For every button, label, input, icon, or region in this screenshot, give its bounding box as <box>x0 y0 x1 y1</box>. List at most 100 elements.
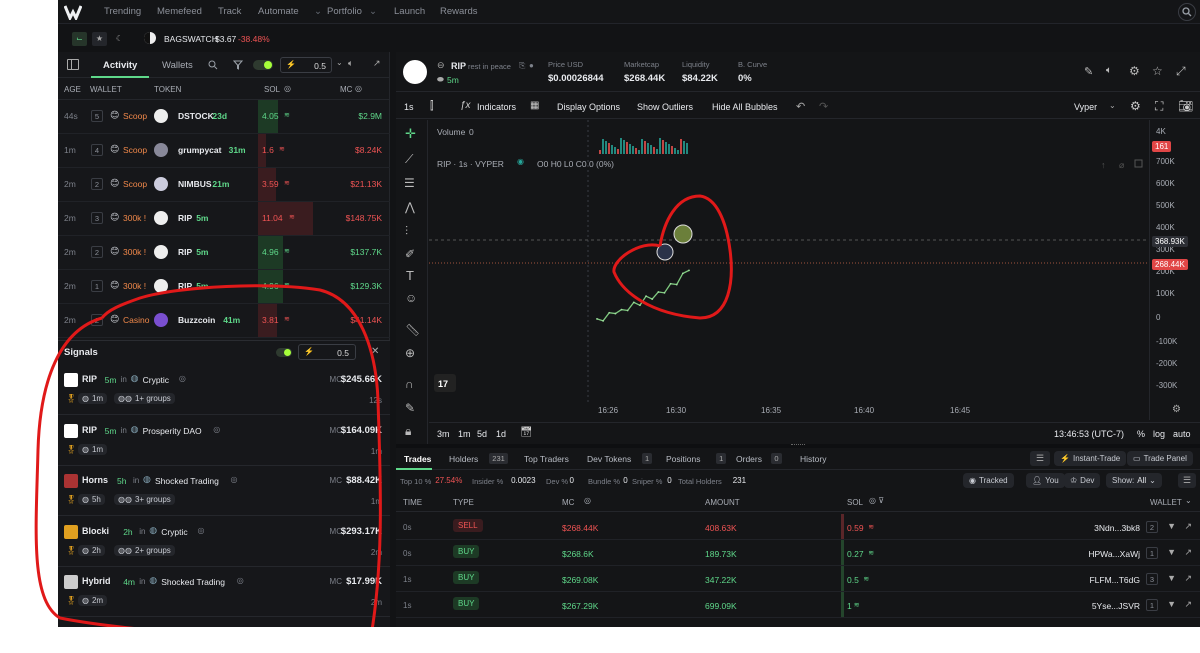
external-link-icon[interactable]: ↗ <box>1184 599 1192 610</box>
activity-row[interactable]: 2m 3 😊︎ 300k ! RIP 5m 11.04 ≋ $148.75K <box>58 202 390 236</box>
external-link-icon[interactable]: ↗ <box>1184 547 1192 558</box>
undo-icon[interactable]: ↶ <box>796 100 805 113</box>
range-button[interactable]: 1m <box>458 429 471 439</box>
display-options-button[interactable]: Display Options <box>557 102 620 112</box>
hide-icon[interactable]: ⌀ <box>1119 160 1125 170</box>
toggle-switch[interactable] <box>253 60 273 70</box>
hide-bubbles-button[interactable]: Hide All Bubbles <box>712 102 778 112</box>
external-link-icon[interactable]: ↗ <box>373 58 381 69</box>
trader-bubble[interactable] <box>656 243 674 261</box>
trades-tab[interactable]: Trades <box>404 454 431 464</box>
clock-readout[interactable]: 13:46:53 (UTC-7) <box>1054 429 1124 439</box>
search-icon[interactable] <box>208 60 218 70</box>
token-name[interactable]: NIMBUS <box>178 179 212 189</box>
token-name[interactable]: grumpycat <box>178 145 221 155</box>
show-filter[interactable]: Show: All ⌄ <box>1106 473 1162 488</box>
trades-tab[interactable]: Dev Tokens <box>587 454 631 464</box>
trader-bubble[interactable] <box>673 224 693 244</box>
groups-chip[interactable]: ◍◍ 1+ groups <box>114 393 175 404</box>
trade-row[interactable]: 0s SELL $268.44K 408.63K 0.59 ≋ 3Ndn...3bk8 2 ▼ ↗ <box>396 514 1200 540</box>
amount-input[interactable]: ⚡ 0.5 <box>280 57 332 73</box>
trendline-icon[interactable]: ⟋ <box>405 152 413 167</box>
trades-tab[interactable]: History <box>800 454 826 464</box>
log-toggle[interactable]: log <box>1153 429 1165 439</box>
filter-icon[interactable]: ▼ <box>1167 599 1176 609</box>
signal-group[interactable]: Shocked Trading <box>161 577 225 587</box>
signal-row[interactable]: RIP 5m in ◍ Prosperity DAO ◎ MC $164.09K 🎖︎ ◍ 1m 1m <box>58 416 390 466</box>
token-name[interactable]: RIP <box>178 281 192 291</box>
emoji-icon[interactable]: ☺ <box>405 291 417 305</box>
ticker-name[interactable]: BAGSWATCH <box>164 34 218 44</box>
signal-token[interactable]: RIP <box>82 374 97 384</box>
expand-icon[interactable]: ⤢ <box>1176 64 1186 79</box>
you-filter[interactable]: 👤︎ You <box>1026 473 1065 488</box>
filter-icon[interactable] <box>233 60 243 70</box>
token-name[interactable]: Buzzcoin <box>178 315 215 325</box>
candles-icon[interactable]: ⫿ <box>430 100 434 113</box>
close-icon[interactable]: ✕ <box>371 346 379 357</box>
trade-wallet[interactable]: 5Yse...JSVR <box>1092 601 1140 611</box>
nav-launch[interactable]: Launch <box>394 6 425 17</box>
token-name[interactable]: DSTOCK <box>178 111 214 121</box>
calendar-icon[interactable]: 📅︎ <box>520 427 533 438</box>
volume-icon[interactable]: 🔈︎ <box>1106 65 1112 76</box>
nav-automate[interactable]: Automate <box>258 6 299 17</box>
wallet-label[interactable]: Scoop <box>123 179 147 189</box>
nav-trending[interactable]: Trending <box>104 6 141 17</box>
list-icon[interactable]: ☰ <box>1030 451 1050 466</box>
filter-icon[interactable]: ▼ <box>1167 547 1176 557</box>
signal-group[interactable]: Cryptic <box>161 527 187 537</box>
trade-wallet[interactable]: FLFM...T6dG <box>1089 575 1140 585</box>
wallet-label[interactable]: 300k ! <box>123 281 146 291</box>
signal-row[interactable]: Blocki 2h in ◍ Cryptic ◎ MC $293.17K 🎖︎ ◍ 2h ◍◍ 2+ g… <box>58 517 390 567</box>
trade-wallet[interactable]: HPWa...XaWj <box>1088 549 1140 559</box>
trades-tab[interactable]: Top Traders <box>524 454 569 464</box>
dev-filter[interactable]: ♔ Dev <box>1064 473 1101 488</box>
axis-settings-icon[interactable]: ⚙ <box>1172 404 1181 415</box>
wallet-label[interactable]: Scoop <box>123 111 147 121</box>
wallet-label[interactable]: Scoop <box>123 145 147 155</box>
fullscreen-icon[interactable]: ⛶ <box>1155 99 1163 114</box>
activity-row[interactable]: 1m 4 😊︎ Scoop grumpycat 31m 1.6 ≋ $8.24K <box>58 134 390 168</box>
activity-row[interactable]: 2m 2 😊︎ Scoop NIMBUS 21m 3.59 ≋ $21.13K <box>58 168 390 202</box>
text-icon[interactable]: T <box>406 268 414 283</box>
indicators-button[interactable]: Indicators <box>477 102 516 112</box>
signal-row[interactable]: Horns 5h in ◍ Shocked Trading ◎ MC $88.42K 🎖︎ ◍ 5h… <box>58 466 390 516</box>
signal-token[interactable]: Blocki <box>82 526 109 536</box>
signal-token[interactable]: Horns <box>82 475 108 485</box>
trades-tab[interactable]: Orders <box>736 454 762 464</box>
measure-icon[interactable]: 📏︎ <box>405 323 420 337</box>
filter-icon[interactable]: ▼ <box>1167 521 1176 531</box>
nav-rewards[interactable]: Rewards <box>440 6 478 17</box>
search-icon[interactable] <box>1178 3 1196 21</box>
auto-toggle[interactable]: auto <box>1173 429 1191 439</box>
signal-group[interactable]: Cryptic <box>143 375 169 385</box>
copy-icon[interactable]: ⎘ <box>519 61 525 71</box>
range-button[interactable]: 3m <box>437 429 450 439</box>
maximize-icon[interactable] <box>1134 159 1143 168</box>
tab-wallets[interactable]: Wallets <box>162 60 193 71</box>
trades-tab[interactable]: Positions <box>666 454 701 464</box>
nav-memefeed[interactable]: Memefeed <box>157 6 202 17</box>
magnet-icon[interactable]: ∩ <box>405 377 414 391</box>
trades-tab[interactable]: Holders <box>449 454 478 464</box>
signals-amount-input[interactable]: ⚡ 0.5 <box>298 344 356 360</box>
lock-draw-icon[interactable]: ✎ <box>405 401 415 415</box>
fx-icon[interactable]: ƒx <box>460 100 471 111</box>
wallet-label[interactable]: Casino <box>123 315 149 325</box>
lock-icon[interactable]: 🔒︎ <box>405 424 411 439</box>
activity-row[interactable]: 2m 2 😊︎ Casino Buzzcoin 41m 3.81 ≋ $41.14K <box>58 304 390 338</box>
volume-icon[interactable]: 🔈︎ <box>348 58 353 69</box>
camera-icon[interactable]: 📷︎ <box>1178 99 1193 113</box>
trade-panel-button[interactable]: ▭ Trade Panel <box>1127 451 1193 466</box>
wallet-label[interactable]: 300k ! <box>123 247 146 257</box>
hlines-icon[interactable]: ☰ <box>404 176 415 190</box>
brush-icon[interactable]: ✐ <box>405 247 415 261</box>
chevron-icon[interactable]: ⌄ <box>336 58 343 67</box>
crosshair-icon[interactable]: ✛ <box>405 126 416 142</box>
instant-trade-button[interactable]: ⚡ Instant-Trade <box>1054 451 1127 466</box>
moon-icon[interactable]: ☾ <box>112 32 127 46</box>
signal-token[interactable]: Hybrid <box>82 576 111 586</box>
interval-select[interactable]: 1s <box>404 102 414 112</box>
range-button[interactable]: 1d <box>496 429 506 439</box>
